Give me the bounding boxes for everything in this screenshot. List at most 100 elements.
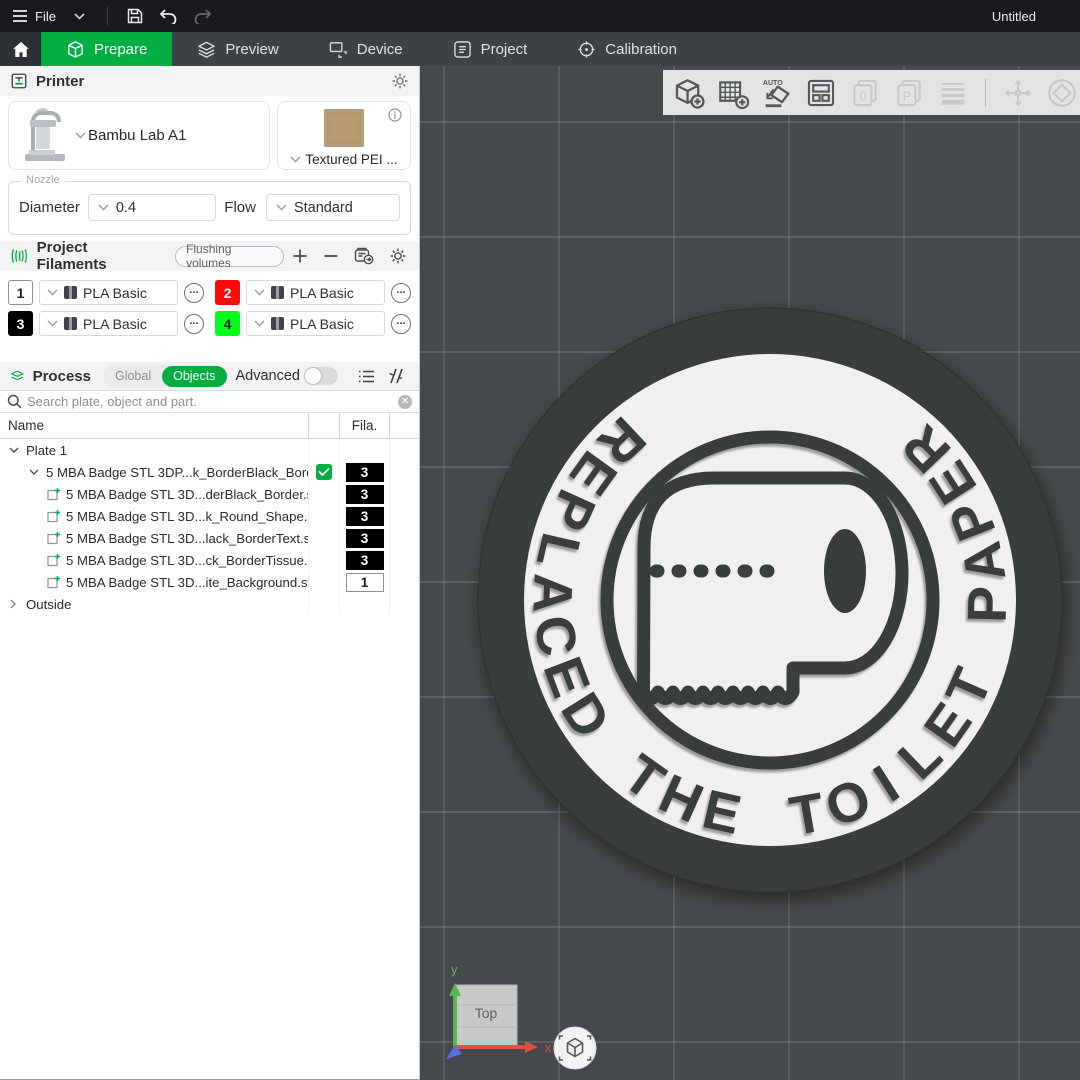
undo-button[interactable] — [152, 0, 186, 32]
object-tree: Plate 1 5 MBA Badge STL 3DP...k_BorderBla… — [0, 439, 419, 615]
mode-global[interactable]: Global — [104, 366, 162, 387]
file-menu[interactable]: File — [0, 0, 62, 32]
parameter-list-icon[interactable] — [358, 369, 375, 384]
file-menu-expand-button[interactable] — [62, 0, 97, 32]
chevron-down-icon — [276, 204, 287, 211]
tree-row[interactable]: 5 MBA Badge STL 3D...lack_BorderText.stl… — [0, 527, 419, 549]
tree-row[interactable]: 5 MBA Badge STL 3DP...k_BorderBlack_Bord… — [0, 461, 419, 483]
tree-row-check-cell — [308, 571, 339, 593]
tree-row[interactable]: 5 MBA Badge STL 3D...derBlack_Border.stl… — [0, 483, 419, 505]
filament-color-swatch[interactable]: 2 — [215, 280, 240, 305]
tree-row-label: Plate 1 — [26, 443, 67, 458]
main-tabbar: Prepare Preview Device Project Calibrati… — [0, 32, 1080, 66]
redo-button[interactable] — [186, 0, 220, 32]
flushing-volumes-button[interactable]: Flushing volumes — [175, 246, 284, 267]
filament-color-swatch[interactable]: 1 — [8, 280, 33, 305]
tree-row[interactable]: Outside — [0, 593, 419, 615]
tree-expander[interactable] — [6, 447, 21, 454]
chevron-down-icon — [74, 13, 85, 20]
tab-preview[interactable]: Preview — [172, 32, 303, 66]
tab-preview-label: Preview — [225, 41, 278, 58]
printer-settings-button[interactable] — [391, 72, 409, 90]
filament-assignment-badge[interactable]: 3 — [346, 463, 384, 482]
home-button[interactable] — [0, 32, 41, 66]
advanced-toggle[interactable] — [304, 367, 338, 385]
filament-assignment-badge[interactable]: 1 — [346, 573, 384, 592]
chevron-down-icon — [29, 469, 39, 476]
filament-color-swatch[interactable]: 3 — [8, 311, 33, 336]
filament-type-dropdown[interactable]: PLA Basic — [39, 311, 178, 336]
filament-options-button[interactable]: ... — [391, 283, 411, 303]
save-button[interactable] — [118, 0, 152, 32]
part-icon-wrap — [46, 575, 61, 589]
add-plate-icon[interactable] — [715, 75, 751, 111]
tree-row-extra-cell — [389, 571, 419, 593]
auto-orient-icon[interactable]: AUTO — [759, 75, 795, 111]
filament-type-dropdown[interactable]: PLA Basic — [246, 311, 385, 336]
tree-row[interactable]: 5 MBA Badge STL 3D...k_Round_Shape.stl3 — [0, 505, 419, 527]
name-column-header: Name — [0, 413, 308, 438]
filament-assignment-badge[interactable]: 3 — [346, 529, 384, 548]
part-icon — [47, 531, 61, 545]
nozzle-flow-dropdown[interactable]: Standard — [266, 194, 400, 221]
search-input[interactable] — [27, 394, 393, 409]
tree-expander[interactable] — [26, 469, 41, 476]
x-axis-label: x — [545, 1040, 552, 1055]
tab-calibration-label: Calibration — [605, 41, 677, 58]
badge-model[interactable]: REPLACEDTHETOILETPAPER — [478, 308, 1062, 892]
clear-search-button[interactable]: ✕ — [398, 395, 412, 409]
tree-row-check-cell — [308, 505, 339, 527]
filament-color-swatch[interactable]: 4 — [215, 311, 240, 336]
tree-row[interactable]: 5 MBA Badge STL 3D...ck_BorderTissue.stl… — [0, 549, 419, 571]
filament-options-button[interactable]: ... — [184, 283, 204, 303]
filament-assignment-badge[interactable]: 3 — [346, 485, 384, 504]
filament-assignment-badge[interactable]: 3 — [346, 551, 384, 570]
tab-calibration[interactable]: Calibration — [552, 32, 702, 66]
add-object-icon[interactable] — [671, 75, 707, 111]
tree-row-name: 5 MBA Badge STL 3D...derBlack_Border.stl — [0, 483, 308, 505]
tab-prepare[interactable]: Prepare — [41, 32, 172, 66]
fila-column-header: Fila. — [339, 413, 389, 438]
remove-filament-button[interactable] — [323, 248, 339, 264]
arrange-icon[interactable] — [803, 75, 839, 111]
project-title: Untitled — [992, 0, 1036, 32]
filament-options-button[interactable]: ... — [184, 314, 204, 334]
filament-type-dropdown[interactable]: PLA Basic — [246, 280, 385, 305]
tune-icon[interactable] — [388, 368, 405, 384]
tab-project[interactable]: Project — [428, 32, 553, 66]
filament-options-button[interactable]: ... — [391, 314, 411, 334]
orientation-cube[interactable]: Top y x — [446, 962, 552, 1059]
file-menu-label: File — [35, 9, 56, 24]
tree-row[interactable]: Plate 1 — [0, 439, 419, 461]
hamburger-icon — [12, 9, 28, 23]
viewport-3d[interactable]: REPLACEDTHETOILETPAPER Top y x AUTO0P — [420, 66, 1080, 1080]
filament-type-label: PLA Basic — [290, 316, 354, 332]
printer-select-card[interactable]: Bambu Lab A1 — [8, 101, 270, 170]
tab-device[interactable]: Device — [304, 32, 428, 66]
chevron-down-icon — [47, 320, 58, 327]
toolbar-divider — [985, 79, 986, 107]
add-filament-button[interactable] — [292, 248, 308, 264]
tree-row-extra-cell — [389, 483, 419, 505]
printable-checkbox[interactable] — [316, 464, 332, 480]
filament-type-dropdown[interactable]: PLA Basic — [39, 280, 178, 305]
toggle-knob — [305, 368, 321, 384]
ams-sync-button[interactable] — [354, 247, 374, 265]
tree-row-check-cell — [308, 593, 339, 615]
nozzle-diameter-dropdown[interactable]: 0.4 — [88, 194, 216, 221]
view-orbit-button[interactable] — [554, 1027, 596, 1069]
tree-expander[interactable] — [6, 599, 21, 609]
plate-info-button[interactable] — [388, 108, 402, 127]
titlebar: File Untitled — [0, 0, 1080, 32]
filament-coil-icon — [10, 247, 29, 265]
filament-spool-icon — [64, 286, 77, 299]
build-plate-canvas[interactable]: REPLACEDTHETOILETPAPER Top y x — [420, 66, 1080, 1080]
process-mode-toggle: Global Objects — [103, 365, 228, 388]
tree-row-extra-cell — [389, 505, 419, 527]
filament-assignment-badge[interactable]: 3 — [346, 507, 384, 526]
plate-select-card[interactable]: Textured PEI ... — [277, 101, 411, 170]
tree-row[interactable]: 5 MBA Badge STL 3D...ite_Background.stl1 — [0, 571, 419, 593]
mode-objects[interactable]: Objects — [162, 366, 226, 387]
gear-icon[interactable] — [389, 247, 407, 265]
sidebar: Printer Bambu Lab A1 Textu — [0, 66, 420, 1080]
